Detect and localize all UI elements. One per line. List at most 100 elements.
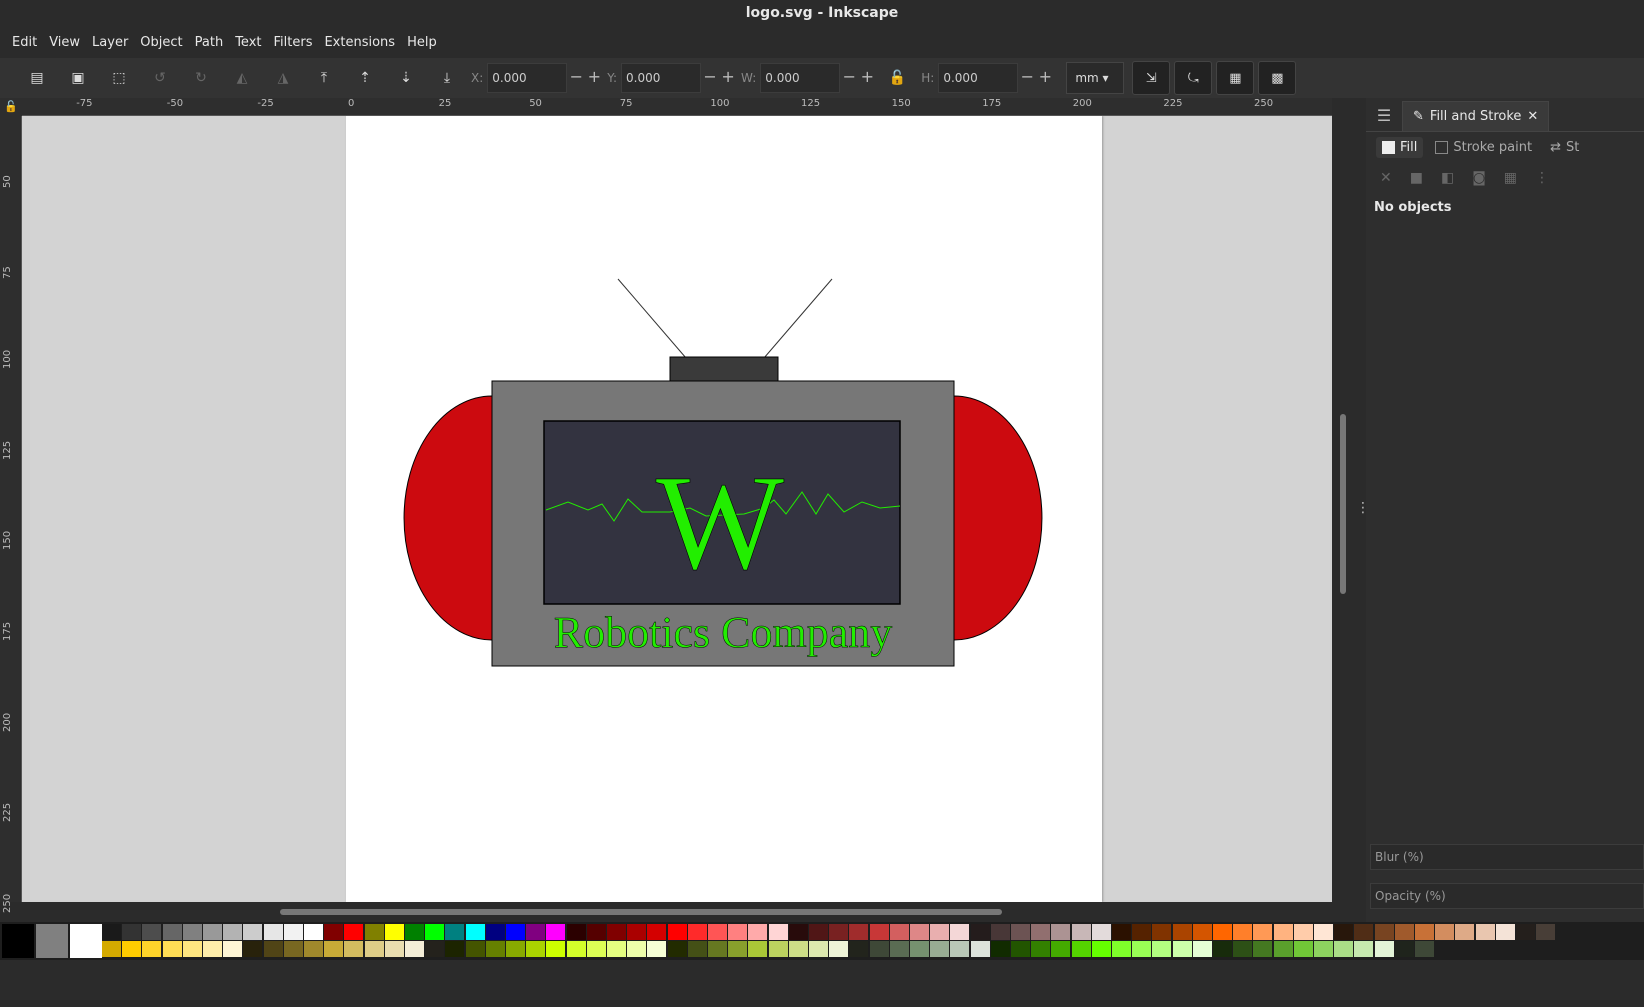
- palette-swatch[interactable]: [687, 941, 707, 957]
- palette-swatch[interactable]: [667, 941, 687, 957]
- swatch-icon[interactable]: ⋮: [1535, 170, 1549, 186]
- palette-swatch[interactable]: [829, 941, 849, 957]
- palette-swatch[interactable]: [869, 924, 889, 940]
- radial-gradient-icon[interactable]: ◙: [1472, 170, 1486, 186]
- palette-swatch[interactable]: [1314, 924, 1333, 940]
- palette-swatch[interactable]: [930, 924, 950, 940]
- palette-swatch[interactable]: [384, 924, 404, 940]
- h-increment-button[interactable]: +: [1036, 63, 1054, 93]
- palette-swatch[interactable]: [36, 924, 68, 958]
- palette-swatch[interactable]: [243, 924, 263, 940]
- palette-swatch[interactable]: [182, 941, 202, 957]
- palette-swatch[interactable]: [324, 941, 344, 957]
- palette-swatch[interactable]: [1435, 924, 1455, 940]
- lower-to-bottom-icon[interactable]: ⤓: [430, 61, 464, 95]
- x-decrement-button[interactable]: −: [567, 63, 585, 93]
- palette-swatch[interactable]: [546, 924, 566, 940]
- w-increment-button[interactable]: +: [858, 63, 876, 93]
- dock-resize-handle[interactable]: ⋮: [1354, 98, 1370, 922]
- palette-swatch[interactable]: [1293, 924, 1313, 940]
- palette-swatch[interactable]: [950, 924, 970, 940]
- palette-swatch[interactable]: [1516, 924, 1535, 940]
- palette-swatch[interactable]: [586, 924, 606, 940]
- palette-swatch[interactable]: [506, 924, 525, 940]
- w-decrement-button[interactable]: −: [840, 63, 858, 93]
- palette-swatch[interactable]: [809, 941, 828, 957]
- horizontal-scroll-thumb[interactable]: [280, 909, 1002, 915]
- x-input[interactable]: 0.000: [487, 63, 568, 93]
- palette-swatch[interactable]: [1172, 941, 1192, 957]
- palette-swatch[interactable]: [1112, 941, 1131, 957]
- deselect-icon[interactable]: ⬚: [102, 61, 136, 95]
- palette-swatch[interactable]: [1415, 924, 1434, 940]
- palette-swatch[interactable]: [142, 941, 162, 957]
- palette-swatch[interactable]: [162, 941, 182, 957]
- unit-select[interactable]: mm ▾: [1066, 62, 1125, 94]
- palette-swatch[interactable]: [283, 924, 303, 940]
- menu-filters[interactable]: Filters: [268, 30, 319, 56]
- palette-swatch[interactable]: [1213, 941, 1232, 957]
- palette-swatch[interactable]: [607, 924, 626, 940]
- palette-swatch[interactable]: [748, 924, 768, 940]
- palette-swatch[interactable]: [405, 941, 424, 957]
- palette-swatch[interactable]: [304, 924, 323, 940]
- palette-swatch[interactable]: [445, 941, 465, 957]
- flat-color-icon[interactable]: ■: [1410, 170, 1423, 186]
- palette-swatch[interactable]: [1132, 924, 1152, 940]
- palette-swatch[interactable]: [728, 924, 748, 940]
- menu-edit[interactable]: Edit: [6, 30, 43, 56]
- linear-gradient-icon[interactable]: ◧: [1441, 170, 1454, 186]
- palette-swatch[interactable]: [223, 941, 243, 957]
- palette-swatch[interactable]: [344, 941, 364, 957]
- palette-swatch[interactable]: [1334, 941, 1354, 957]
- palette-swatch[interactable]: [1374, 924, 1394, 940]
- palette-swatch[interactable]: [1051, 924, 1071, 940]
- palette-swatch[interactable]: [1374, 941, 1394, 957]
- palette-swatch[interactable]: [1091, 924, 1111, 940]
- palette-swatch[interactable]: [990, 941, 1010, 957]
- palette-swatch[interactable]: [425, 941, 445, 957]
- palette-swatch[interactable]: [1475, 924, 1495, 940]
- h-input[interactable]: 0.000: [938, 63, 1019, 93]
- raise-to-top-icon[interactable]: ⤒: [307, 61, 341, 95]
- palette-swatch[interactable]: [304, 941, 323, 957]
- palette-swatch[interactable]: [203, 941, 222, 957]
- palette-swatch[interactable]: [465, 941, 485, 957]
- lower-icon[interactable]: ⇣: [389, 61, 423, 95]
- y-input[interactable]: 0.000: [621, 63, 702, 93]
- no-paint-icon[interactable]: ✕: [1380, 170, 1392, 186]
- palette-swatch[interactable]: [1233, 924, 1253, 940]
- scale-stroke-icon[interactable]: ⇲: [1132, 61, 1171, 95]
- flip-vertical-icon[interactable]: ◮: [266, 61, 300, 95]
- palette-swatch[interactable]: [627, 941, 647, 957]
- logo-drawing[interactable]: W Robotics Company: [22, 116, 1332, 902]
- menu-path[interactable]: Path: [189, 30, 230, 56]
- palette-swatch[interactable]: [122, 941, 142, 957]
- palette-swatch[interactable]: [102, 941, 121, 957]
- palette-swatch[interactable]: [344, 924, 364, 940]
- horizontal-scrollbar[interactable]: [22, 902, 1354, 922]
- palette-swatch[interactable]: [1253, 941, 1273, 957]
- palette-swatch[interactable]: [647, 941, 667, 957]
- subtab-stroke-paint[interactable]: Stroke paint: [1429, 137, 1538, 158]
- palette-swatch[interactable]: [1233, 941, 1253, 957]
- palette-swatch[interactable]: [849, 924, 869, 940]
- menu-text[interactable]: Text: [229, 30, 267, 56]
- palette-swatch[interactable]: [768, 941, 788, 957]
- palette-swatch[interactable]: [1172, 924, 1192, 940]
- select-all-layers-icon[interactable]: ▣: [61, 61, 95, 95]
- y-increment-button[interactable]: +: [719, 63, 737, 93]
- palette-swatch[interactable]: [869, 941, 889, 957]
- palette-swatch[interactable]: [1132, 941, 1152, 957]
- palette-swatch[interactable]: [970, 924, 990, 940]
- palette-swatch[interactable]: [1415, 941, 1434, 957]
- menu-extensions[interactable]: Extensions: [318, 30, 401, 56]
- palette-swatch[interactable]: [708, 941, 727, 957]
- ruler-lock-icon[interactable]: 🔓: [0, 98, 22, 116]
- w-input[interactable]: 0.000: [760, 63, 841, 93]
- palette-swatch[interactable]: [566, 941, 586, 957]
- dock-menu-icon[interactable]: ☰: [1366, 101, 1402, 131]
- palette-swatch[interactable]: [728, 941, 748, 957]
- subtab-stroke-style[interactable]: ⇄ St: [1544, 137, 1585, 158]
- palette-swatch[interactable]: [930, 941, 950, 957]
